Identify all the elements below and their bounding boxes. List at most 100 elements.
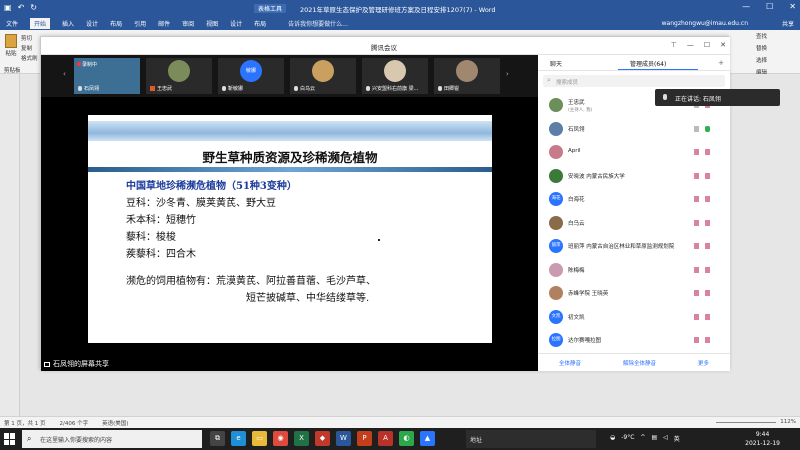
list-item[interactable]: April (538, 142, 730, 166)
network-icon[interactable]: ▤ (651, 434, 657, 443)
camera-icon[interactable] (694, 125, 699, 132)
format-painter-button[interactable]: 格式刷 (21, 54, 38, 62)
close-icon[interactable]: ✕ (720, 41, 726, 49)
video-tile[interactable]: 录制中 石凤翎 (74, 58, 140, 94)
tab-layout[interactable]: 布局 (110, 19, 122, 28)
camera-off-icon[interactable] (694, 313, 699, 320)
chrome-icon[interactable]: ◉ (273, 431, 288, 446)
list-item[interactable]: 安晓波 内蒙古民族大学 (538, 166, 730, 190)
tab-table-layout[interactable]: 布局 (254, 19, 266, 28)
more-button[interactable]: 更多 (698, 359, 709, 367)
list-item[interactable]: 丽萍 班丽萍 内蒙古自治区林业和草原监测规划院 (538, 236, 730, 260)
powerpoint-icon[interactable]: P (357, 431, 372, 446)
video-tile[interactable]: 白乌云 (290, 58, 356, 94)
mic-muted-icon[interactable] (705, 337, 710, 343)
mic-muted-icon[interactable] (705, 149, 710, 155)
mic-muted-icon[interactable] (705, 290, 710, 296)
mic-muted-icon[interactable] (705, 313, 710, 320)
tab-file[interactable]: 文件 (6, 19, 18, 28)
list-item[interactable]: 拉图 达尔赛嘎拉图 (538, 330, 730, 354)
list-item[interactable]: 白乌云 (538, 213, 730, 237)
mic-muted-icon[interactable] (705, 172, 710, 179)
task-view-icon[interactable]: ⧉ (210, 431, 225, 446)
mic-muted-icon[interactable] (705, 219, 710, 226)
select-button[interactable]: 选择 (756, 56, 796, 64)
list-item[interactable]: 赤峰学院 王晓英 (538, 283, 730, 307)
minimize-icon[interactable]: — (742, 2, 750, 11)
undo-icon[interactable]: ↶ (18, 3, 25, 12)
app-icon[interactable]: ◆ (315, 431, 330, 446)
edge-icon[interactable]: e (231, 431, 246, 446)
share-button[interactable]: 共享 (782, 19, 794, 28)
video-tile[interactable]: 王忠武 (146, 58, 212, 94)
add-member-icon[interactable]: + (718, 59, 724, 67)
tab-review[interactable]: 审阅 (182, 19, 194, 28)
tab-references[interactable]: 引用 (134, 19, 146, 28)
redo-icon[interactable]: ↻ (30, 3, 37, 12)
paste-button[interactable]: 粘贴 (4, 34, 18, 57)
save-icon[interactable]: ▣ (4, 3, 12, 12)
mic-icon[interactable] (705, 125, 710, 132)
minimize-icon[interactable]: — (687, 41, 694, 49)
close-icon[interactable]: ✕ (789, 2, 796, 11)
volume-icon[interactable]: ◁ (663, 434, 668, 443)
mute-all-button[interactable]: 全体静音 (559, 359, 581, 367)
camera-off-icon[interactable] (694, 290, 699, 296)
file-explorer-icon[interactable]: ▭ (252, 431, 267, 446)
copy-button[interactable]: 复制 (21, 44, 32, 52)
tab-members[interactable]: 管理成员(64) (618, 55, 698, 70)
tab-home[interactable]: 开始 (30, 18, 51, 29)
maximize-icon[interactable]: ☐ (766, 2, 773, 11)
camera-off-icon[interactable] (694, 219, 699, 226)
word-count[interactable]: 2/406 个字 (60, 419, 89, 427)
zoom-level[interactable]: 112% (780, 419, 796, 425)
tab-view[interactable]: 视图 (206, 19, 218, 28)
tell-me-box[interactable]: 告诉我你想要做什么... (288, 19, 348, 28)
video-tile[interactable]: 兴安盟科右前旗 梁... (362, 58, 428, 94)
tab-chat[interactable]: 聊天 (538, 55, 618, 70)
video-tile[interactable]: 田卿锟 (434, 58, 500, 94)
pin-icon[interactable]: ⊤ (671, 41, 677, 49)
camera-off-icon[interactable] (694, 172, 699, 179)
chevron-up-icon[interactable]: ^ (640, 434, 645, 443)
camera-off-icon[interactable] (694, 266, 699, 273)
language-indicator[interactable]: 英语(美国) (102, 419, 128, 427)
taskbar-search-input[interactable]: ⌕ 在这里输入你要搜索的内容 (22, 430, 202, 448)
tab-insert[interactable]: 插入 (62, 19, 74, 28)
tab-table-design[interactable]: 设计 (230, 19, 242, 28)
mic-muted-icon[interactable] (705, 266, 710, 273)
camera-off-icon[interactable] (694, 149, 699, 155)
clock[interactable]: 9:44 2021-12-19 (745, 430, 780, 448)
zoom-slider[interactable] (716, 422, 776, 423)
tab-mailings[interactable]: 邮件 (158, 19, 170, 28)
camera-off-icon[interactable] (694, 196, 699, 202)
list-item[interactable]: 陈梅梅 (538, 260, 730, 284)
maximize-icon[interactable]: ☐ (704, 41, 710, 49)
replace-button[interactable]: 替换 (756, 44, 796, 52)
cut-button[interactable]: 剪切 (21, 34, 32, 42)
unmute-all-button[interactable]: 解除全体静音 (623, 359, 656, 367)
excel-icon[interactable]: X (294, 431, 309, 446)
video-tile[interactable]: 敏娜 靳敏娜 (218, 58, 284, 94)
ime-indicator[interactable]: 英 (674, 434, 680, 443)
tab-design[interactable]: 设计 (86, 19, 98, 28)
find-button[interactable]: 查找 (756, 32, 796, 40)
pdf-icon[interactable]: A (378, 431, 393, 446)
mic-muted-icon[interactable] (705, 196, 710, 202)
account-name[interactable]: wangzhongwu@imau.edu.cn (662, 20, 748, 27)
weather-icon[interactable]: ◒ (610, 434, 615, 443)
windows-start-icon[interactable] (4, 433, 16, 445)
list-item[interactable]: 海花 白海花 (538, 189, 730, 213)
member-search-input[interactable]: ⌕ 搜索成员 (543, 75, 725, 87)
list-item[interactable]: 文凯 初文凯 (538, 307, 730, 331)
page-indicator[interactable]: 第 1 页，共 1 页 (4, 419, 46, 427)
camera-off-icon[interactable] (694, 243, 699, 249)
list-item[interactable]: 石凤翎 (538, 119, 730, 143)
chevron-left-icon[interactable]: ‹ (63, 70, 66, 78)
word-icon[interactable]: W (336, 431, 351, 446)
address-toolbar[interactable]: 地址 (466, 430, 596, 448)
tencent-meeting-icon[interactable]: ▲ (420, 431, 435, 446)
mic-muted-icon[interactable] (705, 243, 710, 249)
chevron-right-icon[interactable]: › (506, 70, 509, 78)
camera-off-icon[interactable] (694, 337, 699, 343)
